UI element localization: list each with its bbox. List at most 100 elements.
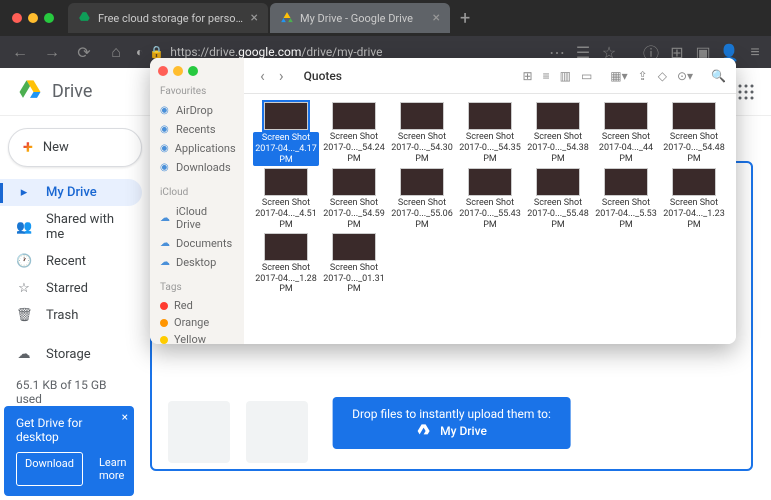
finder-tag-red[interactable]: Red	[150, 297, 244, 314]
tab-title: My Drive - Google Drive	[300, 12, 427, 25]
share-icon[interactable]: ⇪	[638, 69, 648, 83]
finder-file-grid[interactable]: Screen Shot2017-04..._4.17 PMScreen Shot…	[244, 94, 736, 344]
minimize-window-icon[interactable]	[28, 13, 38, 23]
browser-tab-2[interactable]: My Drive - Google Drive ×	[270, 3, 450, 33]
finder-fav-downloads[interactable]: ◉Downloads	[150, 158, 244, 177]
back-button[interactable]: ←	[8, 40, 32, 64]
download-button[interactable]: Download	[16, 452, 83, 486]
close-tab-icon[interactable]: ×	[433, 10, 440, 26]
group-icon[interactable]: ▦▾	[610, 69, 627, 83]
finder-file-item[interactable]: Screen Shot2017-04..._1.28 PM	[252, 233, 320, 295]
tag-label: Red	[174, 299, 193, 312]
nav-item-shared-with-me[interactable]: 👥Shared with me	[0, 206, 142, 248]
maximize-window-icon[interactable]	[44, 13, 54, 23]
file-thumb	[332, 233, 376, 261]
finder-fav-applications[interactable]: ◉Applications	[150, 139, 244, 158]
promo-title: Get Drive for desktop	[16, 416, 122, 444]
search-icon[interactable]: 🔍	[711, 69, 726, 83]
forward-button[interactable]: →	[40, 40, 64, 64]
tag-icon[interactable]: ◇	[658, 69, 667, 83]
close-window-icon[interactable]	[12, 13, 22, 23]
nav-item-starred[interactable]: ☆Starred	[0, 275, 142, 302]
card-docs[interactable]	[168, 401, 230, 463]
finder-forward-icon[interactable]: ›	[273, 64, 290, 87]
menu-icon[interactable]: ≡	[747, 44, 763, 60]
drop-banner: Drop files to instantly upload them to: …	[332, 397, 571, 449]
finder-file-item[interactable]: Screen Shot2017-0..._54.48 PM	[660, 102, 728, 166]
finder-close-icon[interactable]	[158, 66, 168, 76]
finder-file-item[interactable]: Screen Shot2017-0..._54.59 PM	[320, 168, 388, 230]
drop-text: Drop files to instantly upload them to:	[352, 407, 551, 421]
drive-logo[interactable]: Drive	[16, 78, 92, 106]
finder-file-item[interactable]: Screen Shot2017-04..._4.51 PM	[252, 168, 320, 230]
url-field[interactable]: ◐ 🔒 https://drive.google.com/drive/my-dr…	[136, 45, 541, 59]
action-icon[interactable]: ⊙▾	[677, 69, 693, 83]
finder-icloud-documents[interactable]: ☁Documents	[150, 234, 244, 253]
nav-item-my-drive[interactable]: ▸My Drive	[0, 179, 142, 206]
finder-file-item[interactable]: Screen Shot2017-0..._54.38 PM	[524, 102, 592, 166]
file-thumb	[468, 168, 512, 196]
promo-close-icon[interactable]: ×	[122, 410, 128, 424]
view-icon-grid-icon[interactable]: ⊞	[523, 69, 533, 83]
browser-tab-bar: Free cloud storage for person... × My Dr…	[0, 0, 771, 36]
apps-grid-icon[interactable]	[737, 83, 755, 101]
finder-title: Quotes	[304, 69, 342, 83]
home-button[interactable]: ⌂	[104, 40, 128, 64]
storage-nav[interactable]: ☁ Storage	[0, 341, 142, 368]
view-gallery-icon[interactable]: ▭	[581, 69, 592, 83]
finder-file-item[interactable]: Screen Shot2017-04..._4.17 PM	[252, 102, 320, 166]
finder-icloud-desktop[interactable]: ☁Desktop	[150, 253, 244, 272]
new-button[interactable]: + New	[8, 128, 142, 167]
nav-label: Shared with me	[46, 212, 126, 242]
reload-button[interactable]: ⟳	[72, 40, 96, 64]
finder-file-item[interactable]: Screen Shot2017-0..._54.35 PM	[456, 102, 524, 166]
finder-file-item[interactable]: Screen Shot2017-0..._55.06 PM	[388, 168, 456, 230]
finder-file-item[interactable]: Screen Shot2017-04..._44 PM	[592, 102, 660, 166]
finder-file-item[interactable]: Screen Shot2017-0..._55.43 PM	[456, 168, 524, 230]
file-thumb	[536, 168, 580, 196]
tag-label: Orange	[174, 316, 209, 329]
nav-item-recent[interactable]: 🕐Recent	[0, 248, 142, 275]
folder-icon: ◉	[160, 105, 170, 116]
browser-tab-1[interactable]: Free cloud storage for person... ×	[68, 3, 268, 33]
finder-icloud-icloud-drive[interactable]: ☁iCloud Drive	[150, 202, 244, 234]
file-label: Screen Shot2017-04..._5.53 PM	[593, 198, 659, 230]
nav-label: Recent	[46, 254, 86, 269]
card-laptop[interactable]	[246, 401, 308, 463]
finder-file-item[interactable]: Screen Shot2017-0..._01.31 PM	[320, 233, 388, 295]
file-thumb	[332, 102, 376, 130]
nav-icon: 🗑	[16, 308, 32, 323]
window-controls[interactable]	[12, 13, 54, 23]
finder-tag-yellow[interactable]: Yellow	[150, 331, 244, 344]
tag-color-icon	[160, 336, 168, 344]
nav-item-trash[interactable]: 🗑Trash	[0, 302, 142, 329]
file-thumb	[672, 102, 716, 130]
new-button-label: New	[43, 140, 69, 155]
finder-file-item[interactable]: Screen Shot2017-04..._1.23 PM	[660, 168, 728, 230]
finder-fav-recents[interactable]: ◉Recents	[150, 120, 244, 139]
file-thumb	[536, 102, 580, 130]
drop-target: My Drive	[440, 424, 487, 438]
fside-label: iCloud Drive	[176, 205, 234, 231]
file-label: Screen Shot2017-04..._1.23 PM	[661, 198, 727, 230]
drive-favicon-icon	[78, 11, 92, 25]
finder-file-item[interactable]: Screen Shot2017-04..._5.53 PM	[592, 168, 660, 230]
close-tab-icon[interactable]: ×	[251, 10, 258, 26]
finder-file-item[interactable]: Screen Shot2017-0..._54.24 PM	[320, 102, 388, 166]
finder-back-icon[interactable]: ‹	[254, 64, 271, 87]
finder-zoom-icon[interactable]	[188, 66, 198, 76]
finder-minimize-icon[interactable]	[173, 66, 183, 76]
finder-file-item[interactable]: Screen Shot2017-0..._55.48 PM	[524, 168, 592, 230]
new-tab-button[interactable]: +	[460, 8, 470, 29]
finder-fav-airdrop[interactable]: ◉AirDrop	[150, 101, 244, 120]
finder-tag-orange[interactable]: Orange	[150, 314, 244, 331]
finder-file-item[interactable]: Screen Shot2017-0..._54.30 PM	[388, 102, 456, 166]
learn-more-link[interactable]: Learn more	[91, 452, 135, 486]
storage-used: 65.1 KB of 15 GB used	[16, 378, 134, 406]
file-label: Screen Shot2017-0..._54.38 PM	[525, 132, 591, 164]
view-columns-icon[interactable]: ▥	[560, 69, 571, 83]
finder-window: Favourites ◉AirDrop◉Recents◉Applications…	[150, 58, 736, 344]
nav-label: Starred	[46, 281, 88, 296]
file-label: Screen Shot2017-0..._54.24 PM	[321, 132, 387, 164]
view-list-icon[interactable]: ≡	[543, 69, 550, 83]
